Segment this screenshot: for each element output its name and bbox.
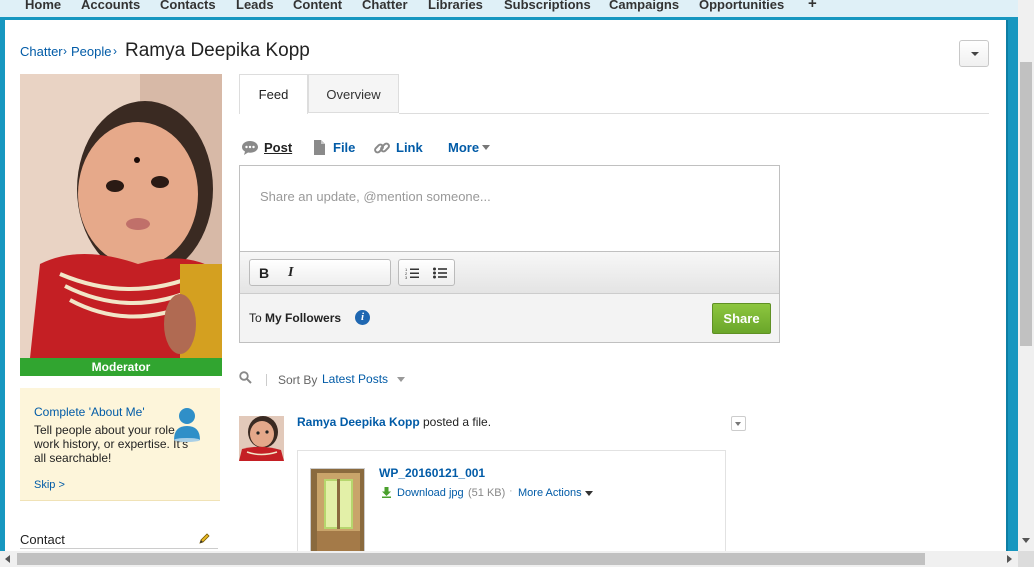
nav-tab-opportunities[interactable]: Opportunities bbox=[699, 0, 784, 12]
tabs-underline bbox=[399, 113, 989, 114]
tab-feed[interactable]: Feed bbox=[239, 74, 308, 114]
file-thumbnail[interactable] bbox=[310, 468, 365, 552]
skip-link[interactable]: Skip > bbox=[34, 479, 65, 491]
scroll-left-arrow-icon[interactable] bbox=[5, 555, 10, 563]
tab-overview[interactable]: Overview bbox=[308, 74, 399, 113]
feed-author-link[interactable]: Ramya Deepika Kopp bbox=[297, 415, 420, 429]
nav-tab-contacts[interactable]: Contacts bbox=[160, 0, 216, 12]
vertical-scroll-thumb[interactable] bbox=[1020, 62, 1032, 346]
audience-selector[interactable]: To My Followers bbox=[249, 311, 341, 325]
about-me-prompt: Complete 'About Me' Tell people about yo… bbox=[20, 388, 220, 501]
about-me-description: Tell people about your role, work histor… bbox=[34, 423, 189, 465]
download-link[interactable]: Download jpg bbox=[397, 487, 464, 499]
author-avatar[interactable] bbox=[239, 416, 284, 461]
publisher-composer: Share an update, @mention someone... B I… bbox=[239, 165, 780, 343]
publisher-link-tab[interactable]: Link bbox=[396, 140, 423, 155]
list-format-group: 1 2 3 bbox=[398, 259, 455, 286]
sort-dropdown[interactable]: Latest Posts bbox=[322, 372, 388, 386]
feed-item-menu-button[interactable] bbox=[731, 416, 746, 431]
publisher-more-menu[interactable]: More bbox=[448, 140, 479, 155]
breadcrumb-chatter[interactable]: Chatter bbox=[20, 44, 63, 59]
frame-left-border bbox=[0, 20, 5, 551]
caret-down-icon bbox=[397, 377, 405, 382]
baby-photo-image bbox=[20, 74, 222, 358]
bullet-list-icon[interactable] bbox=[433, 267, 447, 279]
breadcrumb-separator: › bbox=[113, 44, 117, 58]
file-icon[interactable] bbox=[313, 139, 326, 156]
breadcrumb-separator: › bbox=[63, 44, 67, 58]
file-size: (51 KB) bbox=[468, 487, 506, 499]
nav-tab-leads[interactable]: Leads bbox=[236, 0, 274, 12]
italic-button[interactable]: I bbox=[288, 265, 293, 281]
nav-tab-content[interactable]: Content bbox=[293, 0, 342, 12]
about-me-title-link[interactable]: Complete 'About Me' bbox=[34, 405, 145, 419]
nav-tab-subscriptions[interactable]: Subscriptions bbox=[504, 0, 591, 12]
edit-pencil-icon[interactable] bbox=[198, 532, 211, 545]
frame-right-border-shade bbox=[1006, 20, 1008, 551]
profile-photo[interactable] bbox=[20, 74, 222, 358]
nav-tab-libraries[interactable]: Libraries bbox=[428, 0, 483, 12]
nav-tab-home[interactable]: Home bbox=[25, 0, 61, 12]
text-format-group: B I bbox=[249, 259, 391, 286]
post-speech-bubble-icon[interactable] bbox=[241, 140, 259, 156]
post-textarea[interactable]: Share an update, @mention someone... bbox=[240, 166, 779, 252]
download-arrow-icon[interactable] bbox=[381, 487, 392, 498]
info-icon[interactable]: i bbox=[355, 310, 370, 325]
audience-value: My Followers bbox=[265, 311, 342, 325]
page-actions-menu-button[interactable] bbox=[959, 40, 989, 67]
numbered-list-icon[interactable]: 1 2 3 bbox=[405, 267, 419, 279]
nav-tab-campaigns[interactable]: Campaigns bbox=[609, 0, 679, 12]
horizontal-scroll-thumb[interactable] bbox=[17, 553, 925, 565]
file-attachment-card: WP_20160121_001 Download jpg (51 KB) · M… bbox=[297, 450, 726, 552]
search-icon[interactable] bbox=[239, 371, 252, 384]
publisher-post-tab[interactable]: Post bbox=[264, 140, 292, 155]
caret-down-icon bbox=[735, 422, 741, 426]
separator-dot: · bbox=[509, 485, 513, 497]
svg-text:3: 3 bbox=[405, 275, 408, 279]
more-actions-menu[interactable]: More Actions bbox=[518, 487, 582, 499]
publisher-file-tab[interactable]: File bbox=[333, 140, 355, 155]
scroll-down-arrow-icon[interactable] bbox=[1022, 538, 1030, 543]
feed-action-text: posted a file. bbox=[423, 415, 492, 429]
moderator-badge: Moderator bbox=[20, 358, 222, 376]
audience-prefix: To bbox=[249, 311, 262, 325]
caret-down-icon bbox=[482, 145, 490, 150]
page-title: Ramya Deepika Kopp bbox=[125, 40, 310, 61]
rich-text-toolbar: B I 1 2 3 bbox=[240, 252, 779, 294]
post-placeholder: Share an update, @mention someone... bbox=[260, 189, 491, 204]
file-preview-image bbox=[311, 469, 364, 551]
file-name-link[interactable]: WP_20160121_001 bbox=[379, 466, 485, 480]
add-tab-icon[interactable]: + bbox=[808, 0, 817, 12]
caret-down-icon bbox=[971, 52, 979, 56]
caret-down-icon bbox=[585, 491, 593, 496]
avatar-image bbox=[239, 416, 284, 461]
contact-section-label: Contact bbox=[20, 532, 65, 547]
share-button[interactable]: Share bbox=[712, 303, 771, 334]
horizontal-scrollbar[interactable] bbox=[0, 551, 1018, 567]
scrollbar-corner bbox=[1018, 551, 1034, 567]
vertical-scrollbar[interactable] bbox=[1018, 0, 1034, 551]
contact-divider bbox=[20, 548, 218, 549]
sort-by-label: Sort By bbox=[278, 373, 318, 387]
nav-tab-chatter[interactable]: Chatter bbox=[362, 0, 408, 12]
top-nav: Home Accounts Contacts Leads Content Cha… bbox=[0, 0, 1018, 20]
breadcrumb-people[interactable]: People bbox=[71, 44, 111, 59]
sort-divider bbox=[266, 374, 267, 386]
link-chain-icon[interactable] bbox=[373, 139, 391, 157]
person-icon bbox=[174, 408, 200, 442]
bold-button[interactable]: B bbox=[259, 265, 269, 281]
scroll-right-arrow-icon[interactable] bbox=[1007, 555, 1012, 563]
nav-tab-accounts[interactable]: Accounts bbox=[81, 0, 140, 12]
